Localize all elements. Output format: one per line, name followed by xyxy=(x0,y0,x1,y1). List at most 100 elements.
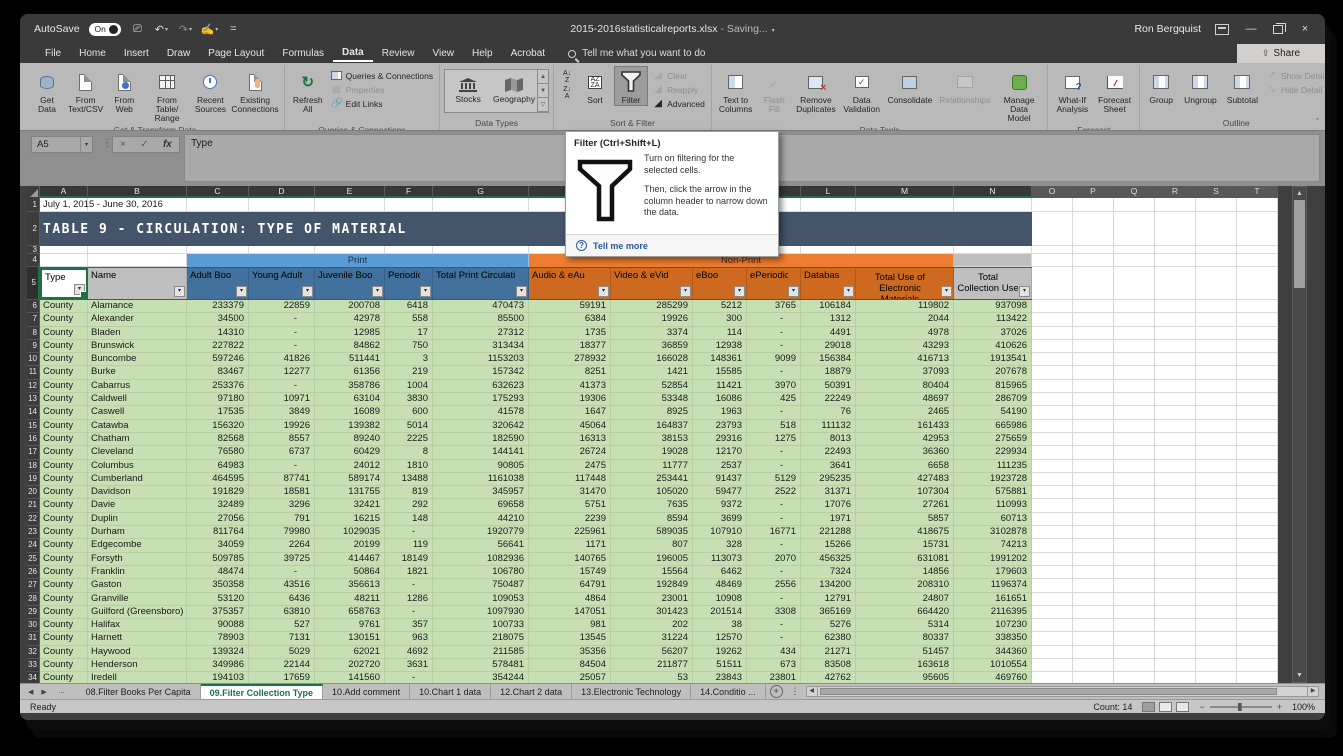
column-header[interactable]: P xyxy=(1073,186,1114,198)
cell[interactable] xyxy=(1073,267,1114,300)
cell[interactable] xyxy=(1073,380,1114,393)
cell[interactable] xyxy=(1155,619,1196,632)
cell[interactable]: 4978 xyxy=(856,327,954,340)
name-box-dropdown-icon[interactable]: ▾ xyxy=(80,137,92,152)
cell[interactable]: 2070 xyxy=(747,553,801,566)
cell[interactable]: 202 xyxy=(611,619,693,632)
cell[interactable] xyxy=(1114,553,1155,566)
collapse-ribbon-icon[interactable]: ˆ xyxy=(1316,117,1319,127)
cell[interactable] xyxy=(1155,300,1196,313)
cell[interactable]: 196005 xyxy=(611,553,693,566)
cell[interactable]: 313434 xyxy=(433,340,529,353)
cell[interactable]: 469760 xyxy=(954,672,1032,683)
cell[interactable]: 3970 xyxy=(747,380,801,393)
cell[interactable]: 211585 xyxy=(433,646,529,659)
cell[interactable]: 2264 xyxy=(249,539,315,552)
cell[interactable] xyxy=(1073,553,1114,566)
row-header[interactable]: 1 xyxy=(27,198,40,212)
cell[interactable] xyxy=(1073,446,1114,459)
cell[interactable] xyxy=(1032,267,1073,300)
cell[interactable] xyxy=(385,246,433,254)
cell[interactable] xyxy=(1237,593,1278,606)
cell[interactable]: Halifax xyxy=(88,619,187,632)
tab-options-icon[interactable]: ⋮ xyxy=(787,686,804,697)
cell[interactable]: 225961 xyxy=(529,526,611,539)
cell[interactable] xyxy=(1196,566,1237,579)
column-header[interactable]: O xyxy=(1032,186,1073,198)
cell[interactable] xyxy=(315,198,385,212)
cell[interactable] xyxy=(1155,420,1196,433)
cell[interactable]: - xyxy=(249,313,315,326)
cell[interactable]: 1010554 xyxy=(954,659,1032,672)
cell[interactable] xyxy=(1237,313,1278,326)
cell[interactable] xyxy=(1155,659,1196,672)
cell[interactable]: 3308 xyxy=(747,606,801,619)
cell[interactable]: 8594 xyxy=(611,513,693,526)
sheet-tab[interactable]: 13.Electronic Technology xyxy=(572,684,691,699)
zoom-out-icon[interactable]: − xyxy=(1199,702,1204,712)
filter-dropdown-icon[interactable]: ▾ xyxy=(788,286,799,297)
table-title-cell[interactable]: TABLE 9 - CIRCULATION: TYPE OF MATERIAL xyxy=(40,212,1032,246)
cell[interactable]: 192849 xyxy=(611,579,693,592)
cell[interactable]: Franklin xyxy=(88,566,187,579)
column-filter-header[interactable]: Total Collection Use▾ xyxy=(954,268,1032,299)
cell[interactable]: 140765 xyxy=(529,553,611,566)
cell[interactable]: 83508 xyxy=(801,659,856,672)
cell[interactable]: 34500 xyxy=(187,313,249,326)
cell[interactable] xyxy=(1155,366,1196,379)
filter-dropdown-icon[interactable]: ▾ xyxy=(680,286,691,297)
filter-dropdown-icon[interactable]: ▾ xyxy=(372,286,383,297)
cell[interactable] xyxy=(1196,380,1237,393)
cell[interactable]: 60713 xyxy=(954,513,1032,526)
cell[interactable]: 91437 xyxy=(693,473,747,486)
column-filter-header[interactable]: Type▾ xyxy=(40,268,88,299)
cell[interactable]: 148 xyxy=(385,513,433,526)
scroll-left-icon[interactable]: ◀ xyxy=(806,686,818,697)
row-header[interactable]: 7 xyxy=(27,313,40,326)
cell[interactable]: 207678 xyxy=(954,366,1032,379)
cell[interactable]: 106184 xyxy=(801,300,856,313)
cell[interactable]: 3641 xyxy=(801,460,856,473)
text-to-columns-button[interactable]: Text to Columns xyxy=(716,66,755,115)
cell[interactable]: 253376 xyxy=(187,380,249,393)
cell[interactable] xyxy=(1073,646,1114,659)
cell[interactable]: 13488 xyxy=(385,473,433,486)
user-name[interactable]: Ron Bergquist xyxy=(1134,23,1201,35)
cell[interactable] xyxy=(1237,659,1278,672)
cell[interactable]: 156384 xyxy=(801,353,856,366)
cell[interactable]: 1082936 xyxy=(433,553,529,566)
column-header[interactable]: D xyxy=(249,186,315,198)
cell[interactable]: 345957 xyxy=(433,486,529,499)
cell[interactable]: Catawba xyxy=(88,420,187,433)
from-text-csv-button[interactable]: From Text/CSV xyxy=(66,66,105,115)
cell[interactable] xyxy=(1073,619,1114,632)
cell[interactable]: 166028 xyxy=(611,353,693,366)
cell[interactable]: County xyxy=(40,486,88,499)
cell[interactable] xyxy=(801,198,856,212)
cell[interactable] xyxy=(1114,446,1155,459)
cell[interactable]: 48697 xyxy=(856,393,954,406)
cell[interactable]: 31470 xyxy=(529,486,611,499)
group-button[interactable]: Group▾ xyxy=(1144,66,1178,115)
cell[interactable]: 8557 xyxy=(249,433,315,446)
cell[interactable]: Granville xyxy=(88,593,187,606)
column-filter-header[interactable]: Total Print Circulati▾ xyxy=(433,268,529,299)
cell[interactable] xyxy=(1114,526,1155,539)
cell[interactable]: 1913541 xyxy=(954,353,1032,366)
cell[interactable] xyxy=(1032,393,1073,406)
cell[interactable] xyxy=(1237,486,1278,499)
cell[interactable]: 200708 xyxy=(315,300,385,313)
cell[interactable] xyxy=(954,246,1032,254)
cell[interactable] xyxy=(315,246,385,254)
cell[interactable] xyxy=(1155,212,1196,246)
forecast-sheet-button[interactable]: Forecast Sheet xyxy=(1094,66,1135,115)
cell[interactable]: 527 xyxy=(249,619,315,632)
cell[interactable]: 1647 xyxy=(529,406,611,419)
cell[interactable] xyxy=(1196,327,1237,340)
cell[interactable]: - xyxy=(747,446,801,459)
cell[interactable] xyxy=(88,254,187,267)
cell[interactable]: Henderson xyxy=(88,659,187,672)
cell[interactable] xyxy=(1196,353,1237,366)
cell[interactable]: 76580 xyxy=(187,446,249,459)
cell[interactable]: 11421 xyxy=(693,380,747,393)
